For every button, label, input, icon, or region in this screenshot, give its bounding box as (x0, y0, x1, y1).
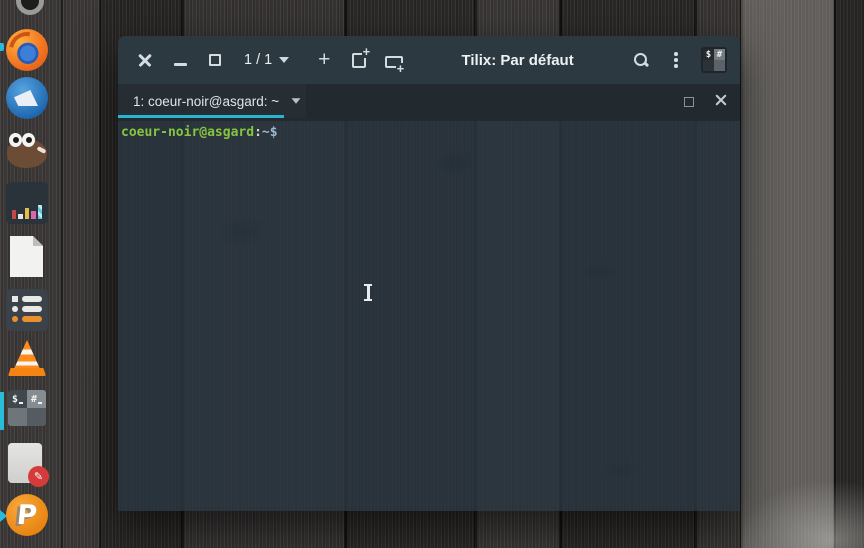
prompt-colon: : (254, 125, 262, 140)
thunderbird-icon[interactable] (6, 77, 48, 119)
tilix-cell: $ (8, 390, 27, 408)
tab-session-1[interactable]: 1: coeur-noir@asgard: ~ (118, 84, 306, 118)
firefox-running-indicator (0, 43, 4, 51)
pixel-bars-app-icon[interactable] (6, 182, 48, 224)
minimize-window-button[interactable] (166, 45, 194, 75)
menu-button[interactable] (662, 45, 690, 75)
session-pager-dropdown[interactable]: 1 / 1 (236, 52, 297, 68)
tilix-cell: # (27, 390, 46, 408)
libreoffice-icon[interactable] (10, 236, 43, 277)
maximize-window-button[interactable] (201, 45, 229, 75)
pencil-badge-icon: ✎ (28, 466, 49, 487)
task-row (12, 296, 42, 302)
split-terminal-down-button[interactable]: + (380, 45, 408, 75)
split-right-icon: + (352, 45, 372, 68)
close-window-button[interactable] (131, 45, 159, 75)
maximize-icon (209, 54, 221, 66)
badge-cell: $ (703, 49, 714, 60)
minimize-icon (173, 63, 187, 66)
tilix-icon[interactable]: $ # (8, 390, 46, 426)
task-row (12, 306, 42, 312)
chevron-down-icon (279, 57, 290, 63)
session-pager-label: 1 / 1 (244, 52, 273, 68)
new-session-button[interactable]: + (310, 45, 338, 75)
prompt-path: ~ (261, 125, 270, 140)
terminal-area[interactable]: coeur-noir@asgard:~$ (118, 121, 740, 511)
maximize-terminal-button[interactable] (684, 97, 694, 107)
gimp-icon[interactable] (6, 130, 48, 172)
search-icon (633, 52, 649, 68)
gimp-eye (22, 133, 35, 147)
split-down-icon: + (385, 55, 406, 75)
tab-label: 1: coeur-noir@asgard: ~ (133, 93, 280, 109)
badge-cell (714, 60, 725, 71)
kebab-menu-icon (674, 52, 678, 68)
task-list-app-icon[interactable] (6, 289, 48, 331)
dock: $ # ✎ P (0, 0, 54, 548)
titlebar[interactable]: 1 / 1 + + + Tilix: Par défaut $ # (118, 36, 740, 84)
playonlinux-icon[interactable]: P (6, 494, 48, 536)
desktop-wallpaper: $ # ✎ P 1 / 1 + + + Tilix: Par défaut $ … (0, 0, 864, 548)
tilix-focused-indicator (0, 392, 4, 430)
pixel-bar (12, 210, 17, 219)
tilix-window: 1 / 1 + + + Tilix: Par défaut $ # 1: coe… (118, 36, 740, 511)
gimp-eye (9, 133, 22, 147)
overflow-app-icon[interactable] (16, 0, 44, 15)
active-tab-indicator (118, 115, 284, 118)
badge-cell (703, 60, 714, 71)
plus-icon: + (318, 48, 331, 71)
tilix-cell (8, 408, 27, 426)
close-icon (138, 53, 152, 67)
tab-bar: 1: coeur-noir@asgard: ~ (118, 84, 740, 121)
prompt-user-host: coeur-noir@asgard (121, 125, 255, 140)
prompt-symbol: $ (269, 125, 278, 140)
pixel-bar (18, 214, 23, 219)
chevron-down-icon (291, 98, 301, 104)
split-terminal-right-button[interactable]: + (345, 45, 373, 75)
pixel-bar (24, 208, 30, 219)
playonlinux-letter: P (15, 499, 39, 531)
badge-cell: # (714, 49, 725, 60)
window-title: Tilix: Par défaut (461, 51, 574, 69)
text-cursor (363, 283, 373, 303)
search-button[interactable] (627, 45, 655, 75)
terminal-prompt: coeur-noir@asgard:~$ (121, 125, 737, 140)
vlc-cone (13, 340, 41, 371)
tilix-cell (27, 408, 46, 426)
vlc-icon[interactable] (6, 338, 48, 380)
vlc-cone-base (8, 368, 46, 376)
close-terminal-button[interactable] (714, 93, 728, 107)
firefox-icon[interactable] (6, 29, 48, 71)
pixel-bar (37, 205, 43, 219)
pixel-bar (31, 211, 36, 219)
notes-app-icon[interactable]: ✎ (8, 443, 49, 487)
tilix-profile-button[interactable]: $ # (701, 47, 727, 73)
task-row (12, 316, 42, 322)
